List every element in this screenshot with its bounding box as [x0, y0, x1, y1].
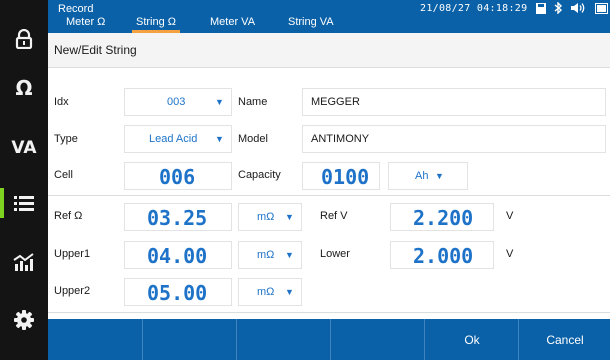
divider [142, 319, 143, 360]
capacity-unit-select[interactable]: Ah ▼ [388, 162, 468, 190]
chevron-down-icon: ▼ [435, 171, 444, 181]
status-icons [536, 2, 609, 14]
sidebar-item-list[interactable] [0, 182, 48, 224]
va-icon: VA [11, 138, 37, 158]
upper2-unit: mΩ [257, 286, 275, 298]
tab-string-ohm[interactable]: String Ω [131, 16, 181, 33]
upper1-unit-select[interactable]: mΩ ▼ [238, 241, 302, 269]
list-icon [14, 196, 34, 211]
upper2-field[interactable]: 05.00 [124, 278, 232, 306]
volume-icon [571, 3, 585, 13]
model-value: ANTIMONY [311, 133, 370, 145]
idx-select[interactable]: 003 ▼ [124, 88, 232, 116]
type-select[interactable]: Lead Acid ▼ [124, 125, 232, 153]
lower-field[interactable]: 2.000 [390, 241, 494, 269]
divider [48, 312, 610, 313]
upper1-label: Upper1 [54, 248, 91, 260]
divider [330, 319, 331, 360]
ref-ohm-unit: mΩ [257, 211, 275, 223]
ref-ohm-field[interactable]: 03.25 [124, 203, 232, 231]
battery-icon [595, 2, 608, 14]
type-value: Lead Acid [149, 133, 198, 145]
idx-label: Idx [54, 96, 69, 108]
upper2-value: 05.00 [147, 281, 208, 305]
name-value: MEGGER [311, 96, 360, 108]
idx-value: 003 [167, 96, 186, 108]
upper2-unit-select[interactable]: mΩ ▼ [238, 278, 302, 306]
cancel-button[interactable]: Cancel [520, 319, 610, 360]
model-field[interactable]: ANTIMONY [302, 125, 606, 153]
ref-ohm-unit-select[interactable]: mΩ ▼ [238, 203, 302, 231]
header: Record 21/08/27 04:18:29 Meter Ω String … [48, 0, 610, 33]
bluetooth-icon [554, 2, 563, 14]
name-label: Name [238, 96, 268, 108]
chevron-down-icon: ▼ [215, 134, 224, 144]
lower-value: 2.000 [413, 244, 474, 268]
ohm-icon: Ω [15, 76, 33, 100]
ref-v-unit: V [506, 210, 514, 222]
cell-field[interactable]: 006 [124, 162, 232, 190]
name-field[interactable]: MEGGER [302, 88, 606, 116]
ref-v-field[interactable]: 2.200 [390, 203, 494, 231]
action-bar: Ok Cancel [48, 319, 610, 360]
tab-string-va[interactable]: String VA [288, 16, 334, 33]
capacity-unit: Ah [415, 170, 429, 182]
datetime: 21/08/27 04:18:29 [420, 3, 528, 14]
tab-meter-ohm[interactable]: Meter Ω [66, 16, 105, 33]
ref-ohm-value: 03.25 [147, 206, 208, 230]
save-icon [536, 2, 546, 14]
divider [518, 319, 519, 360]
model-label: Model [238, 133, 268, 145]
divider [424, 319, 425, 360]
upper1-value: 04.00 [147, 244, 208, 268]
ref-v-value: 2.200 [413, 206, 474, 230]
lower-unit: V [506, 248, 514, 260]
sidebar-item-lock[interactable] [0, 20, 48, 58]
tab-meter-va[interactable]: Meter VA [210, 16, 255, 33]
upper1-field[interactable]: 04.00 [124, 241, 232, 269]
capacity-field[interactable]: 0100 [302, 162, 380, 190]
sidebar-item-chart[interactable] [0, 242, 48, 282]
chevron-down-icon: ▼ [285, 212, 294, 222]
chevron-down-icon: ▼ [285, 250, 294, 260]
type-label: Type [54, 133, 78, 145]
chevron-down-icon: ▼ [215, 97, 224, 107]
cell-value: 006 [159, 165, 196, 189]
ref-v-label: Ref V [320, 210, 348, 222]
upper2-label: Upper2 [54, 285, 91, 297]
divider [48, 195, 610, 196]
chart-icon [13, 253, 34, 271]
window-title: Record [58, 3, 94, 15]
sidebar-item-settings[interactable] [0, 300, 48, 340]
capacity-value: 0100 [321, 165, 370, 189]
cell-label: Cell [54, 169, 73, 181]
lock-icon [15, 29, 33, 49]
gear-icon [14, 310, 34, 330]
ref-ohm-label: Ref Ω [54, 210, 83, 222]
lower-label: Lower [320, 248, 350, 260]
sidebar-item-ohm[interactable]: Ω [0, 66, 48, 110]
sidebar-item-va[interactable]: VA [0, 126, 48, 170]
capacity-label: Capacity [238, 169, 281, 181]
divider [236, 319, 237, 360]
sidebar: Ω VA [0, 0, 48, 360]
chevron-down-icon: ▼ [285, 287, 294, 297]
upper1-unit: mΩ [257, 249, 275, 261]
ok-button[interactable]: Ok [426, 319, 518, 360]
section-title: New/Edit String [48, 33, 610, 68]
